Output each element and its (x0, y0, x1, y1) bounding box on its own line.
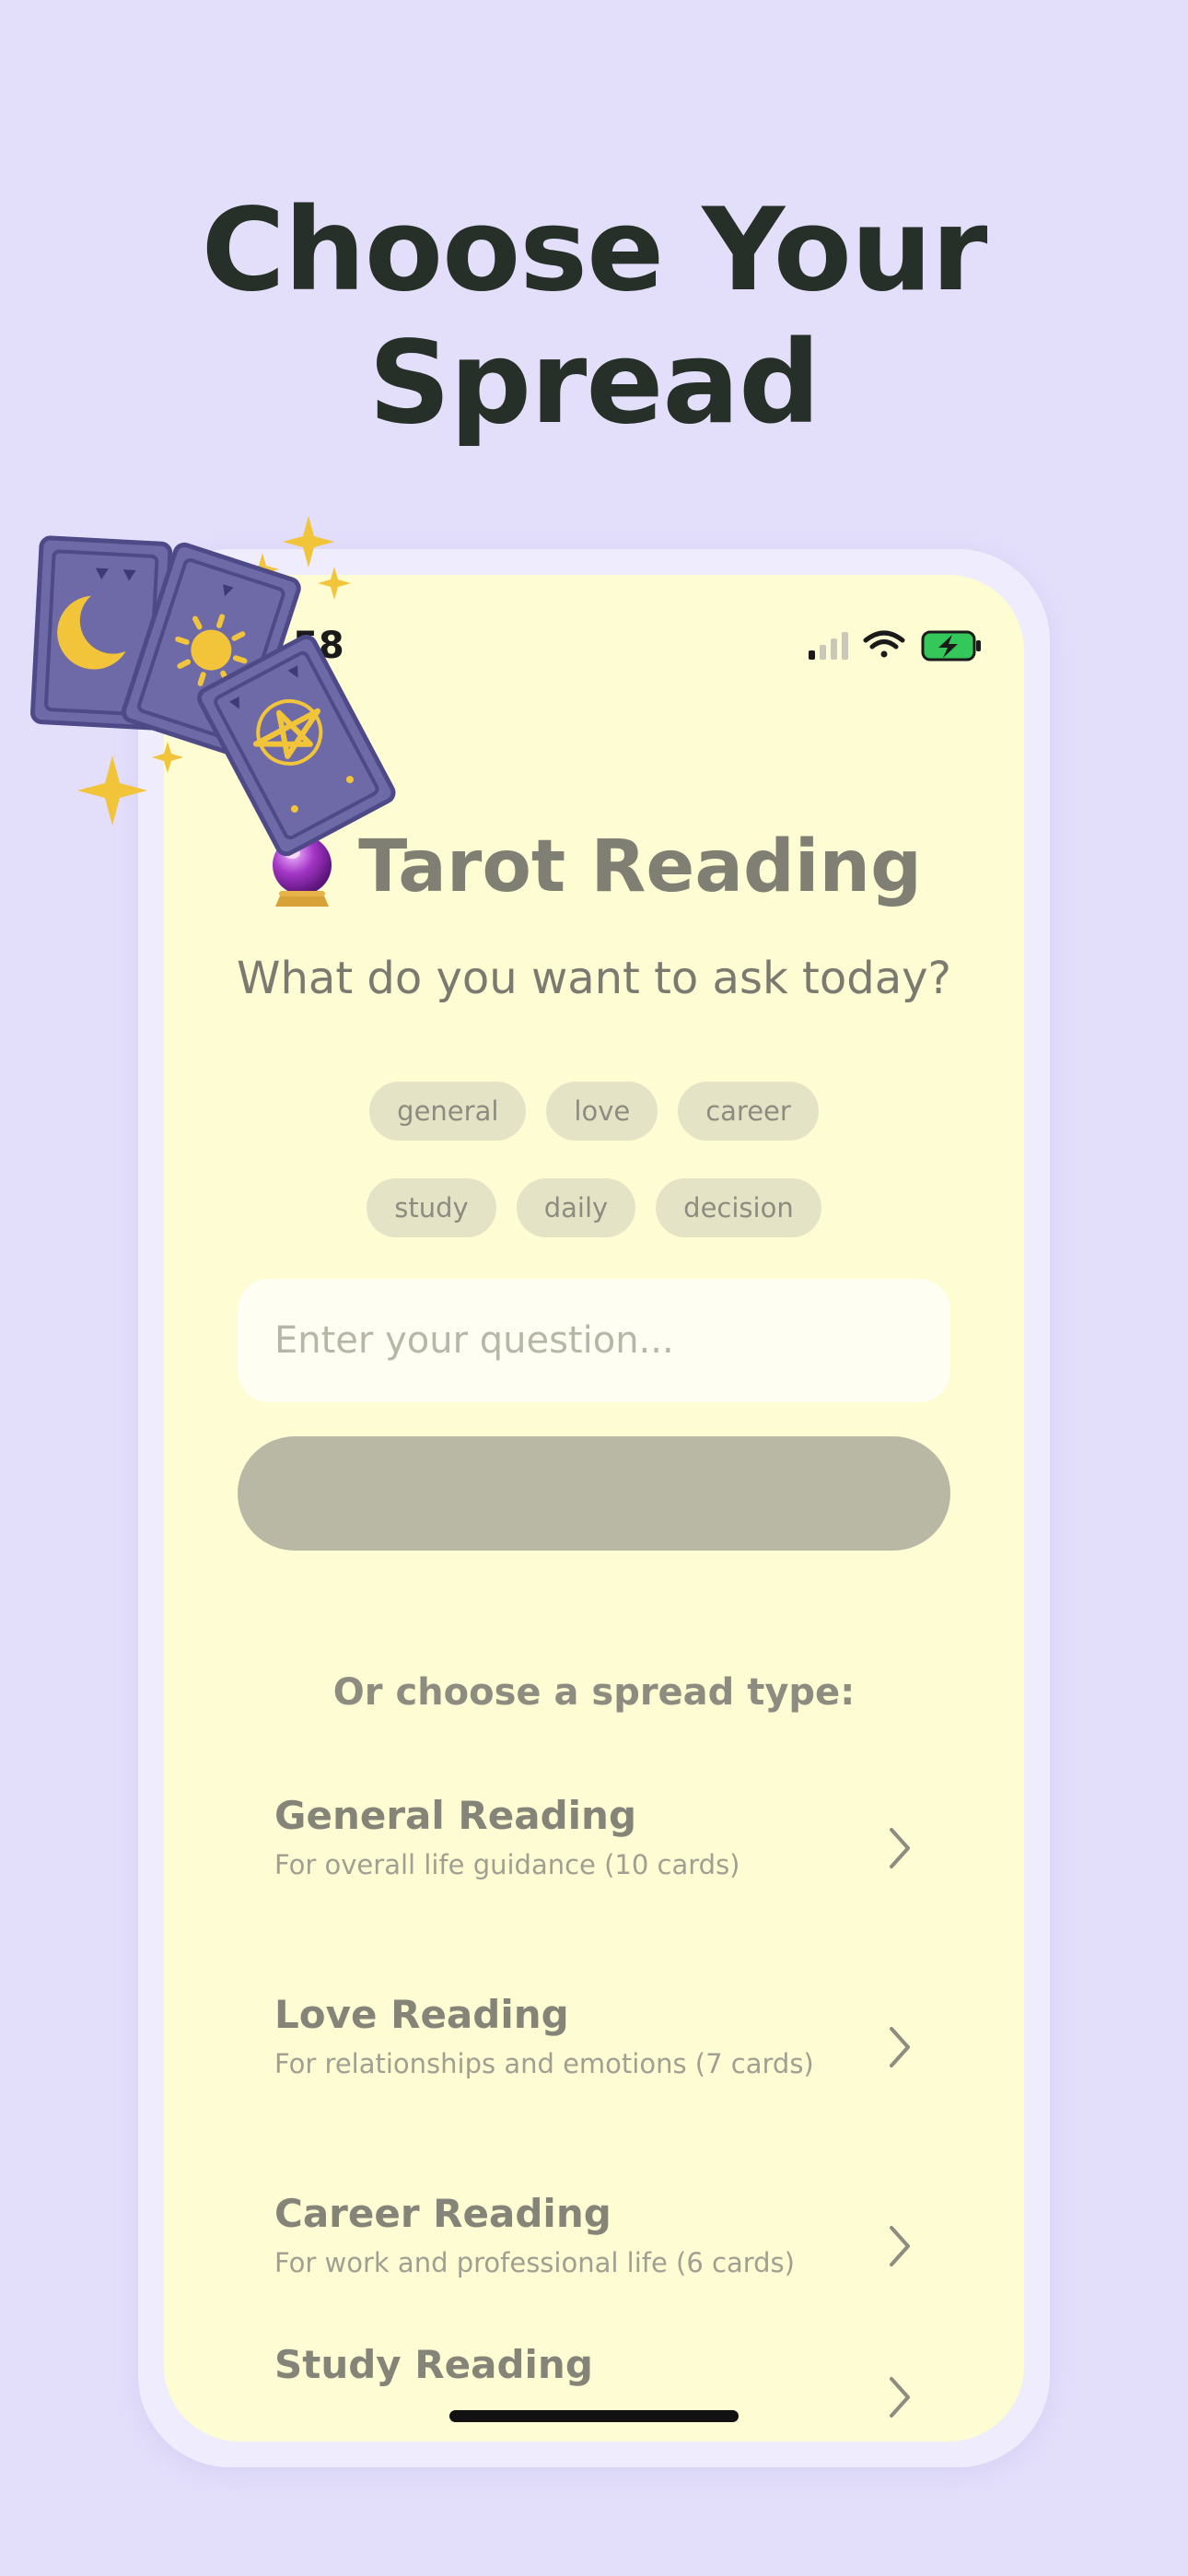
chip-career[interactable]: career (678, 1082, 819, 1141)
spread-item-study[interactable]: Study Reading (274, 2342, 914, 2441)
category-chips-row-1: general love career (164, 1082, 1024, 1141)
chip-decision[interactable]: decision (656, 1178, 821, 1237)
chip-love[interactable]: love (546, 1082, 658, 1141)
wifi-icon (863, 630, 905, 658)
chevron-right-icon (890, 2226, 910, 2266)
spread-item-title: Love Reading (274, 1992, 569, 2037)
question-input[interactable] (238, 1279, 950, 1402)
battery-charging-icon (921, 630, 981, 662)
spread-item-desc: For work and professional life (6 cards) (274, 2247, 795, 2278)
chevron-right-icon (890, 2377, 910, 2418)
spread-item-title: General Reading (274, 1793, 637, 1838)
spread-item-title: Career Reading (274, 2191, 611, 2236)
spread-item-desc: For overall life guidance (10 cards) (274, 1849, 740, 1880)
spread-item-general[interactable]: General Reading For overall life guidanc… (274, 1793, 914, 1940)
cellular-signal-icon (809, 632, 848, 660)
category-chips-row-2: study daily decision (164, 1178, 1024, 1237)
hero-title: Choose Your Spread (201, 184, 988, 450)
status-icons (809, 630, 981, 662)
spread-section-label: Or choose a spread type: (332, 1671, 856, 1714)
chevron-right-icon (890, 2027, 910, 2067)
spread-item-career[interactable]: Career Reading For work and professional… (274, 2191, 914, 2338)
app-title-text: Tarot Reading (358, 825, 922, 908)
app-subtitle: What do you want to ask today? (237, 953, 951, 1004)
chip-study[interactable]: study (367, 1178, 496, 1237)
spread-item-title: Study Reading (274, 2342, 593, 2387)
tarot-cards-illustration (30, 516, 396, 857)
question-input-container (238, 1279, 950, 1402)
spread-item-desc: For relationships and emotions (7 cards) (274, 2048, 814, 2079)
chip-general[interactable]: general (369, 1082, 527, 1141)
chip-daily[interactable]: daily (516, 1178, 636, 1237)
home-indicator (449, 2410, 739, 2422)
submit-question-button[interactable] (238, 1436, 950, 1551)
spread-item-love[interactable]: Love Reading For relationships and emoti… (274, 1992, 914, 2139)
chevron-right-icon (890, 1828, 910, 1868)
